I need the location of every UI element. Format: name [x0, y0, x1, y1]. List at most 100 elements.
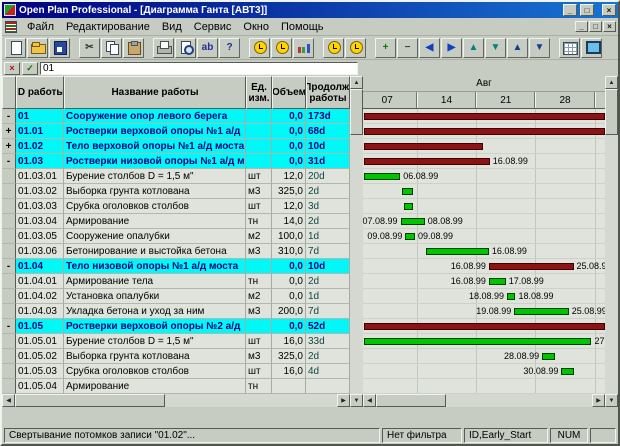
- actual-dates-button[interactable]: [345, 38, 366, 58]
- scrollbar-thumb[interactable]: [605, 89, 618, 135]
- menu-item-tools[interactable]: Сервис: [188, 19, 238, 35]
- task-bar[interactable]: [489, 278, 506, 285]
- print-preview-button[interactable]: [175, 38, 196, 58]
- summary-bar[interactable]: [364, 113, 605, 120]
- summary-bar[interactable]: [489, 263, 574, 270]
- task-bar[interactable]: [364, 173, 400, 180]
- print-button[interactable]: [153, 38, 174, 58]
- header-duration[interactable]: Продолж. работы: [306, 76, 350, 109]
- child-restore-button[interactable]: □: [589, 21, 602, 32]
- task-bar[interactable]: [542, 353, 555, 360]
- close-button[interactable]: ×: [602, 4, 616, 16]
- context-help-button[interactable]: ?: [219, 38, 240, 58]
- gantt-horizontal-scrollbar[interactable]: ◀ ▶: [363, 394, 605, 407]
- maximize-button[interactable]: □: [580, 4, 594, 16]
- histogram-button[interactable]: [293, 38, 314, 58]
- header-id[interactable]: ID работы: [16, 76, 64, 109]
- scroll-left-button[interactable]: ◀: [363, 394, 376, 407]
- time-analysis-button[interactable]: [249, 38, 270, 58]
- task-bar[interactable]: [405, 233, 415, 240]
- cancel-edit-button[interactable]: ×: [4, 62, 20, 75]
- move-up-button[interactable]: ▲: [463, 38, 484, 58]
- menu-item-view[interactable]: Вид: [156, 19, 188, 35]
- table-view-button[interactable]: [559, 38, 580, 58]
- table-row[interactable]: 01.04.02Установка опалубким20,01d: [2, 289, 350, 304]
- table-row[interactable]: 01.05.03Срубка оголовков столбовшт16,04d: [2, 364, 350, 379]
- table-row[interactable]: +01.02Тело верховой опоры №1 а/д моста0,…: [2, 139, 350, 154]
- summary-bar[interactable]: [364, 323, 605, 330]
- scrollbar-track[interactable]: [350, 135, 363, 394]
- document-icon[interactable]: [5, 21, 17, 33]
- table-row[interactable]: 01.03.04Армированиетн14,02d: [2, 214, 350, 229]
- scrollbar-track[interactable]: [165, 394, 337, 407]
- move-down-button[interactable]: ▼: [485, 38, 506, 58]
- save-button[interactable]: [49, 38, 70, 58]
- cell-expand[interactable]: -: [2, 319, 16, 334]
- add-activity-button[interactable]: +: [375, 38, 396, 58]
- summary-bar[interactable]: [364, 143, 483, 150]
- task-bar[interactable]: [514, 308, 568, 315]
- table-row[interactable]: 01.04.01Армирование телатн0,02d: [2, 274, 350, 289]
- expand-all-button[interactable]: ▲: [507, 38, 528, 58]
- scrollbar-track[interactable]: [446, 394, 592, 407]
- table-horizontal-scrollbar[interactable]: ◀ ▶: [2, 394, 350, 407]
- table-row[interactable]: 01.03.01Бурение столбов D = 1,5 м"шт12,0…: [2, 169, 350, 184]
- task-bar[interactable]: [401, 218, 425, 225]
- task-bar[interactable]: [426, 248, 489, 255]
- task-bar[interactable]: [507, 293, 515, 300]
- child-close-button[interactable]: ×: [603, 21, 616, 32]
- summary-bar[interactable]: [364, 128, 605, 135]
- gantt-vertical-scrollbar[interactable]: ▲ ▼: [605, 76, 618, 407]
- scrollbar-thumb[interactable]: [350, 89, 363, 135]
- cell-expand[interactable]: +: [2, 124, 16, 139]
- cell-expand[interactable]: +: [2, 139, 16, 154]
- minimize-button[interactable]: _: [563, 4, 577, 16]
- table-row[interactable]: 01.03.05Сооружение опалубким2100,01d: [2, 229, 350, 244]
- new-button[interactable]: [5, 38, 26, 58]
- table-row[interactable]: -01.05Ростверки верховой опоры №2 а/д0,0…: [2, 319, 350, 334]
- table-row[interactable]: +01.01Ростверки верховой опоры №1 а/д0,0…: [2, 124, 350, 139]
- task-bar[interactable]: [404, 203, 412, 210]
- header-unit[interactable]: Ед. изм.: [246, 76, 272, 109]
- delete-activity-button[interactable]: −: [397, 38, 418, 58]
- paste-button[interactable]: [123, 38, 144, 58]
- table-row[interactable]: 01.03.02Выборка грунта котлованам3325,02…: [2, 184, 350, 199]
- indent-button[interactable]: ▶: [441, 38, 462, 58]
- open-button[interactable]: [27, 38, 48, 58]
- scroll-up-button[interactable]: ▲: [605, 76, 618, 89]
- summary-bar[interactable]: [364, 158, 490, 165]
- cell-expand[interactable]: -: [2, 259, 16, 274]
- table-vertical-scrollbar[interactable]: ▲ ▼: [350, 76, 363, 407]
- scrollbar-thumb[interactable]: [376, 394, 446, 407]
- app-icon[interactable]: [4, 4, 16, 16]
- scrollbar-thumb[interactable]: [15, 394, 165, 407]
- scroll-up-button[interactable]: ▲: [350, 76, 363, 89]
- header-name[interactable]: Название работы: [64, 76, 246, 109]
- spelling-button[interactable]: ab: [197, 38, 218, 58]
- child-minimize-button[interactable]: _: [575, 21, 588, 32]
- screen-view-button[interactable]: [581, 38, 602, 58]
- resource-scheduling-button[interactable]: [271, 38, 292, 58]
- table-row[interactable]: 01.05.01Бурение столбов D = 1,5 м"шт16,0…: [2, 334, 350, 349]
- scroll-left-button[interactable]: ◀: [2, 394, 15, 407]
- outdent-button[interactable]: ◀: [419, 38, 440, 58]
- accept-edit-button[interactable]: ✓: [22, 62, 38, 75]
- menu-item-file[interactable]: Файл: [21, 19, 60, 35]
- table-row[interactable]: -01Сооружение опор левого берега0,0173d: [2, 109, 350, 124]
- header-volume[interactable]: Объем: [272, 76, 306, 109]
- menu-item-edit[interactable]: Редактирование: [60, 19, 156, 35]
- scrollbar-track[interactable]: [605, 135, 618, 394]
- table-row[interactable]: 01.05.04Армированиетн: [2, 379, 350, 394]
- scroll-down-button[interactable]: ▼: [350, 394, 363, 407]
- task-bar[interactable]: [364, 338, 591, 345]
- table-row[interactable]: -01.03Ростверки низовой опоры №1 а/д м0,…: [2, 154, 350, 169]
- table-row[interactable]: 01.04.03Укладка бетона и уход за нимм320…: [2, 304, 350, 319]
- baseline-dates-button[interactable]: [323, 38, 344, 58]
- copy-button[interactable]: [101, 38, 122, 58]
- task-bar[interactable]: [561, 368, 573, 375]
- table-row[interactable]: 01.03.06Бетонирование и выстойка бетонам…: [2, 244, 350, 259]
- cell-expand[interactable]: -: [2, 109, 16, 124]
- collapse-all-button[interactable]: ▼: [529, 38, 550, 58]
- cut-button[interactable]: ✂: [79, 38, 100, 58]
- task-bar[interactable]: [402, 188, 413, 195]
